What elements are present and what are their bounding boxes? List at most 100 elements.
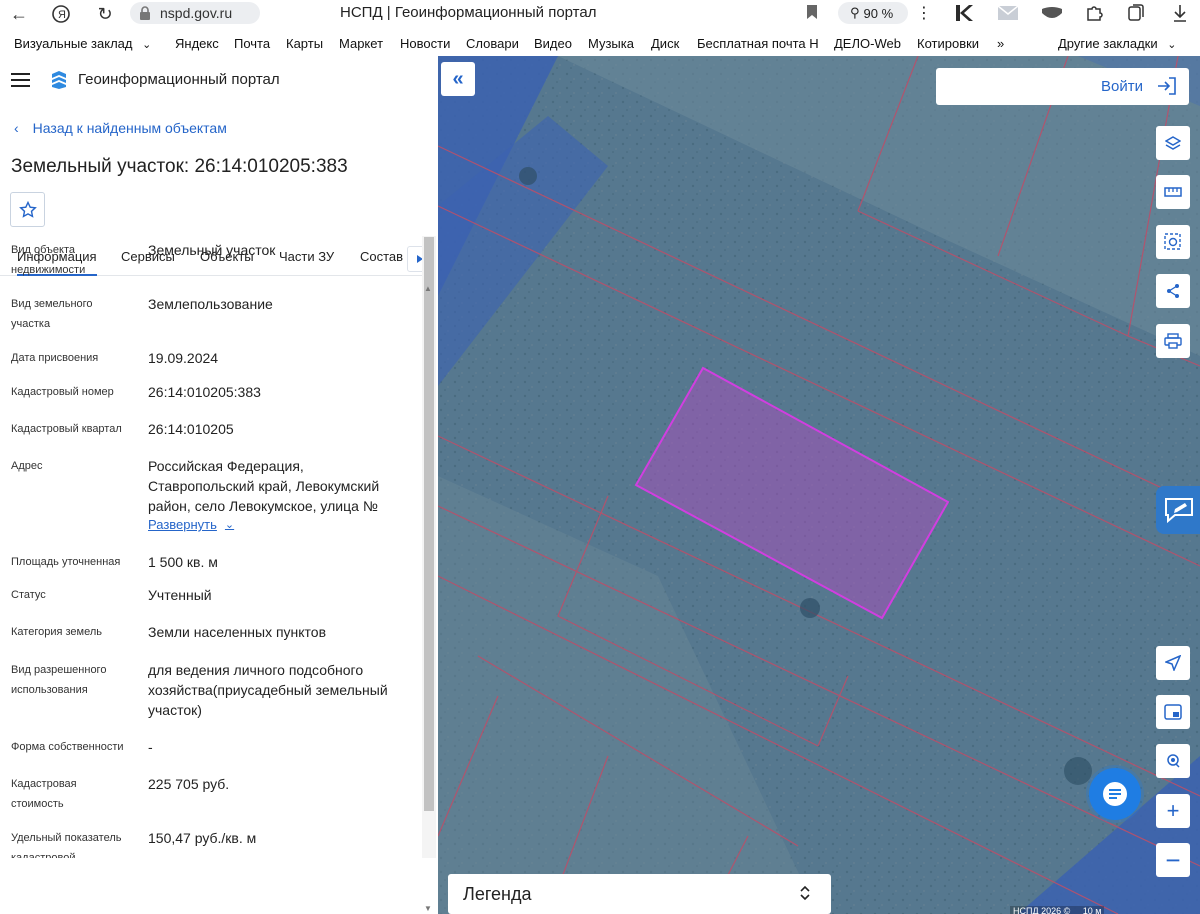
ruler-icon <box>1164 187 1182 197</box>
bookmark-visual[interactable]: Визуальные заклад ⌄ <box>14 36 151 51</box>
row-label: Дата присвоения <box>11 352 99 364</box>
more-menu-icon[interactable]: ⋮ <box>916 3 932 23</box>
row-label: Адрес <box>11 460 43 472</box>
printer-icon <box>1164 333 1182 349</box>
scrollbar-thumb[interactable] <box>424 237 434 811</box>
location-pin-icon <box>1167 754 1180 768</box>
url-text: nspd.gov.ru <box>160 5 233 21</box>
bookmark-maps[interactable]: Карты <box>286 36 323 51</box>
row-value: Земельный участок <box>148 242 276 258</box>
layers-button[interactable] <box>1156 126 1190 160</box>
bookmark-news[interactable]: Новости <box>400 36 450 51</box>
navigation-arrow-icon <box>1165 655 1181 671</box>
map-view[interactable]: НСПД 2026 © 10 м <box>438 56 1200 914</box>
chevron-down-icon: ⌄ <box>224 519 235 531</box>
portal-logo-icon <box>52 71 66 89</box>
expand-collapse-icon <box>800 885 810 901</box>
favorite-button[interactable] <box>10 192 45 227</box>
row-value: 26:14:010205:383 <box>148 384 261 400</box>
row-label: Кадастровый номер <box>11 386 114 398</box>
svg-text:Я: Я <box>58 9 66 21</box>
row-label: Вид земельного участка <box>11 298 93 330</box>
star-icon <box>18 200 37 218</box>
row-value: 19.09.2024 <box>148 350 219 366</box>
extension-shield-icon[interactable] <box>1040 3 1064 23</box>
picture-in-picture-icon <box>1164 704 1182 720</box>
layers-icon <box>1165 136 1181 150</box>
minus-icon: − <box>1165 845 1181 875</box>
bookmarks-bar: Визуальные заклад ⌄ Яндекс Почта Карты М… <box>0 30 1200 56</box>
other-bookmarks[interactable]: Другие закладки ⌄ <box>1058 36 1176 51</box>
chat-bubble-icon <box>1103 782 1127 806</box>
bookmark-yandex[interactable]: Яндекс <box>175 36 219 51</box>
bookmark-free-mail[interactable]: Бесплатная почта Н <box>697 36 821 51</box>
double-chevron-left-icon: « <box>452 67 464 90</box>
bookmark-music[interactable]: Музыка <box>588 36 634 51</box>
bookmark-video[interactable]: Видео <box>534 36 572 51</box>
ruler-button[interactable] <box>1156 175 1190 209</box>
location-search-button[interactable] <box>1156 744 1190 778</box>
bookmarks-overflow[interactable]: » <box>997 36 1004 51</box>
row-label: Вид разрешенного использования <box>11 664 107 696</box>
bookmark-market[interactable]: Маркет <box>339 36 383 51</box>
login-icon <box>1158 77 1176 95</box>
back-to-results-link[interactable]: ‹ Назад к найденным объектам <box>14 120 227 136</box>
plus-icon: + <box>1166 798 1180 823</box>
minimap-button[interactable] <box>1156 695 1190 729</box>
scroll-down-icon[interactable]: ▼ <box>424 904 432 913</box>
lock-icon <box>140 6 150 20</box>
share-button[interactable] <box>1156 274 1190 308</box>
bookmark-quotes[interactable]: Котировки <box>917 36 979 51</box>
back-arrow-icon[interactable]: ← <box>0 0 38 28</box>
login-button[interactable]: Войти <box>936 68 1189 105</box>
row-label: Удельный показатель кадастровой <box>11 832 122 858</box>
scroll-up-icon[interactable]: ▲ <box>424 284 432 293</box>
row-value: 150,47 руб./кв. м <box>148 830 257 846</box>
bookmark-mail[interactable]: Почта <box>234 36 270 51</box>
feedback-button[interactable] <box>1156 486 1200 534</box>
geolocation-button[interactable] <box>1156 646 1190 680</box>
expand-address-link[interactable]: Развернуть ⌄ <box>148 516 234 534</box>
row-label: Площадь уточненная <box>11 556 121 568</box>
map-attribution: НСПД 2026 © 10 м <box>1010 906 1105 914</box>
row-label: Кадастровая стоимость <box>11 778 77 810</box>
mail-extension-icon[interactable] <box>996 3 1020 23</box>
zoom-out-button[interactable]: − <box>1156 843 1190 877</box>
info-list: Вид объекта недвижимости Земельный участ… <box>0 236 420 858</box>
login-label: Войти <box>1101 78 1143 95</box>
menu-icon[interactable] <box>11 73 30 87</box>
area-select-button[interactable] <box>1156 225 1190 259</box>
satellite-map <box>438 56 1200 914</box>
row-value: Землепользование <box>148 296 273 312</box>
share-icon <box>1167 284 1179 298</box>
reload-icon[interactable]: ↻ <box>86 0 124 28</box>
legend-panel[interactable]: Легенда <box>448 874 831 914</box>
tab-title: НСПД | Геоинформационный портал <box>340 4 597 21</box>
expand-label: Развернуть <box>148 517 217 532</box>
download-icon[interactable] <box>1168 3 1192 23</box>
collections-icon[interactable] <box>1124 3 1148 23</box>
bookmark-delo-web[interactable]: ДЕЛО-Web <box>834 36 901 51</box>
address-bar[interactable]: nspd.gov.ru <box>130 2 260 24</box>
portal-title: Геоинформационный портал <box>78 71 280 88</box>
bookmark-dictionaries[interactable]: Словари <box>466 36 519 51</box>
puzzle-extensions-icon[interactable] <box>1082 3 1106 23</box>
yandex-logo-icon[interactable]: Я <box>42 0 80 28</box>
print-button[interactable] <box>1156 324 1190 358</box>
row-label: Категория земель <box>11 626 102 638</box>
collapse-panel-button[interactable]: « <box>441 62 475 96</box>
zoom-in-button[interactable]: + <box>1156 794 1190 828</box>
extension-k-icon[interactable] <box>952 3 976 23</box>
bookmark-disk[interactable]: Диск <box>651 36 679 51</box>
address-value: Российская Федерация, Ставропольский кра… <box>148 458 380 514</box>
bookmark-flag-icon[interactable] <box>806 4 818 20</box>
row-label: Вид объекта недвижимости <box>11 244 86 276</box>
row-value: 225 705 руб. <box>148 776 230 792</box>
row-value: Земли населенных пунктов <box>148 624 327 640</box>
browser-toolbar: ← Я ↻ nspd.gov.ru НСПД | Геоинформационн… <box>0 0 1200 28</box>
back-link-label: Назад к найденным объектам <box>32 120 227 136</box>
row-label: Статус <box>11 589 46 601</box>
zoom-value: 90 % <box>863 5 894 21</box>
chat-button[interactable] <box>1089 768 1141 820</box>
zoom-indicator[interactable]: ⚲ 90 % <box>838 2 908 24</box>
